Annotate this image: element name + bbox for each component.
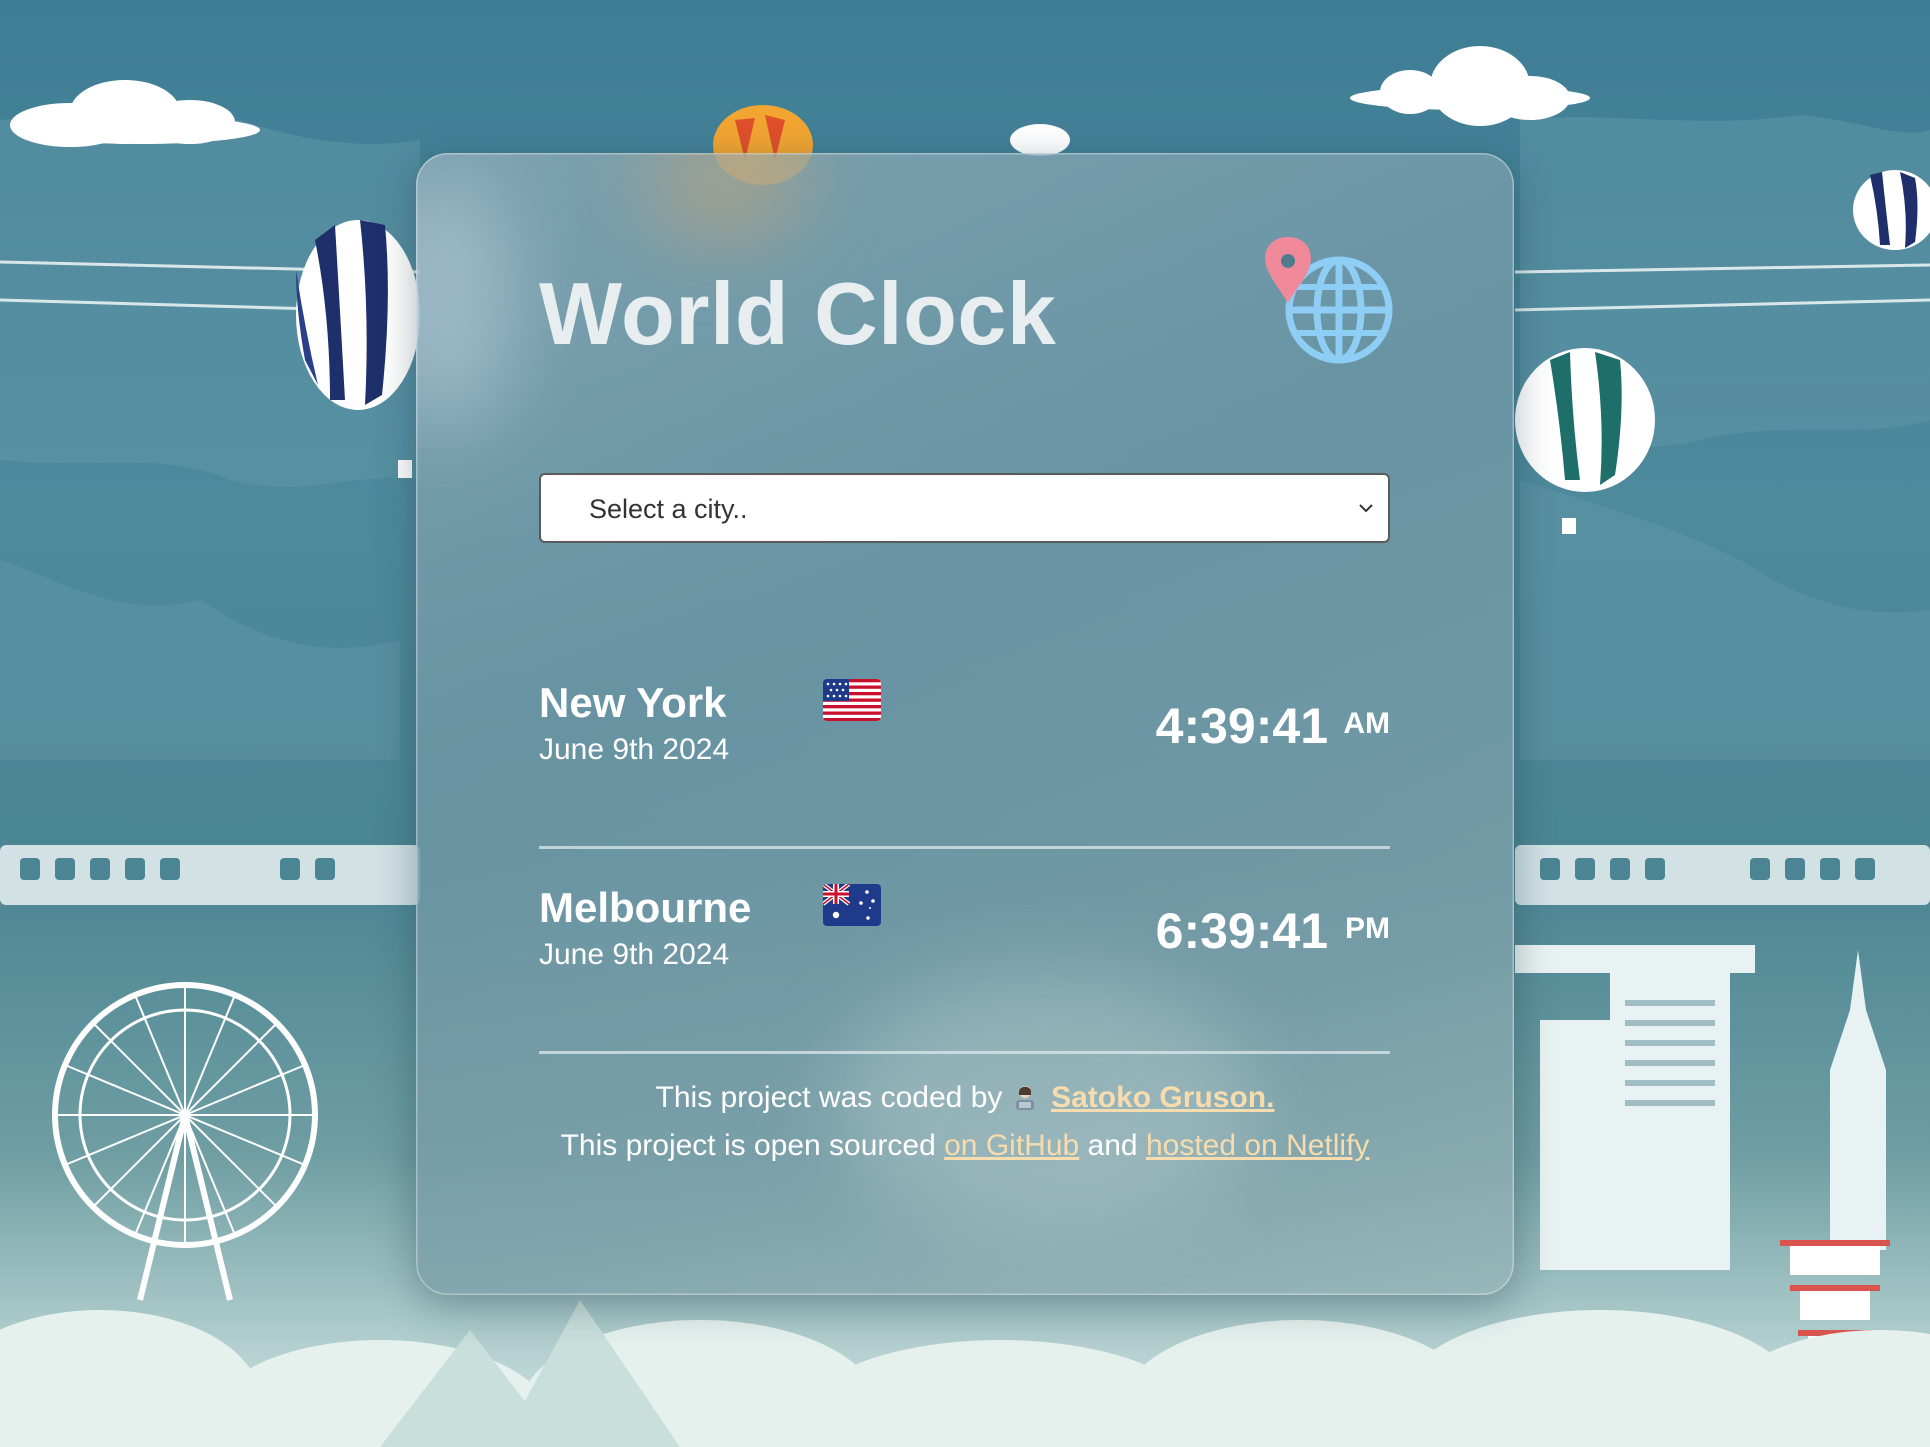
us-flag-icon xyxy=(823,679,881,721)
technologist-icon xyxy=(1015,1086,1034,1110)
city-time-period: PM xyxy=(1345,912,1390,945)
footer-and-text: and xyxy=(1087,1129,1138,1162)
world-clock-card: World Clock Select a city.. New York Jun… xyxy=(416,153,1514,1295)
city-name: Melbourne xyxy=(539,884,752,931)
footer-source-text: This project is open sourced xyxy=(560,1129,936,1162)
footer-credit-text: This project was coded by xyxy=(655,1081,1003,1114)
city-date: June 9th 2024 xyxy=(539,938,730,971)
city-name: New York xyxy=(539,679,727,726)
city-select[interactable]: Select a city.. xyxy=(539,473,1390,543)
city-row-melbourne: Melbourne June 9th 2024 6:39:41 PM xyxy=(539,884,1390,1054)
city-time: 6:39:41 xyxy=(1155,903,1328,959)
footer-credit-line: This project was coded by Satoko Gruson. xyxy=(416,1081,1514,1115)
city-time-period: AM xyxy=(1343,707,1390,740)
city-date: June 9th 2024 xyxy=(539,733,730,766)
netlify-link[interactable]: hosted on Netlify xyxy=(1146,1129,1369,1162)
card-glow xyxy=(646,153,806,243)
globe-pin-icon xyxy=(1264,235,1394,365)
footer-source-line: This project is open sourced on GitHub a… xyxy=(416,1129,1514,1163)
github-link[interactable]: on GitHub xyxy=(944,1129,1079,1162)
author-link[interactable]: Satoko Gruson. xyxy=(1051,1081,1274,1114)
australia-flag-icon xyxy=(823,884,881,926)
page-title: World Clock xyxy=(539,264,1057,363)
city-time: 4:39:41 xyxy=(1155,698,1328,754)
city-select-placeholder: Select a city.. xyxy=(589,494,748,524)
card-glow xyxy=(416,173,516,433)
chevron-down-icon xyxy=(1359,504,1373,513)
city-row-new-york: New York June 9th 2024 4:39:41 AM xyxy=(539,679,1390,849)
